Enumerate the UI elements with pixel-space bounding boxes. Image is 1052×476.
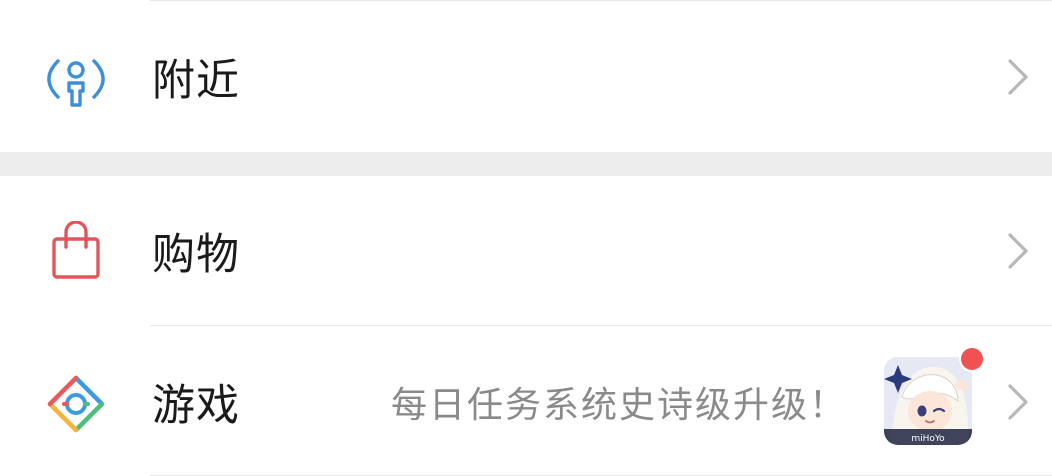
games-diamond-icon <box>44 372 108 436</box>
divider <box>150 325 1052 326</box>
menu-item-label: 附近 <box>152 56 240 106</box>
game-character-thumbnail: miHoYo <box>884 357 972 445</box>
divider <box>150 0 1052 1</box>
menu-item-nearby[interactable]: 附近 <box>0 2 1052 152</box>
section-gap <box>0 152 1052 176</box>
discover-menu: 附近 购物 游戏 每日任务系统史诗级升级！ miHoYo <box>0 0 1052 476</box>
thumbnail-caption: miHoYo <box>911 434 945 444</box>
games-promo-text: 每日任务系统史诗级升级！ <box>390 385 847 426</box>
shopping-bag-icon <box>44 221 108 285</box>
menu-item-shopping[interactable]: 购物 <box>0 176 1052 326</box>
menu-item-games[interactable]: 游戏 每日任务系统史诗级升级！ miHoYo <box>0 327 1052 476</box>
chevron-right-icon <box>1006 57 1030 97</box>
nearby-person-icon <box>44 47 108 111</box>
chevron-right-icon <box>1006 382 1030 422</box>
notification-badge <box>959 346 985 372</box>
chevron-right-icon <box>1006 231 1030 271</box>
menu-item-label: 游戏 <box>152 381 240 431</box>
menu-item-label: 购物 <box>152 230 240 280</box>
